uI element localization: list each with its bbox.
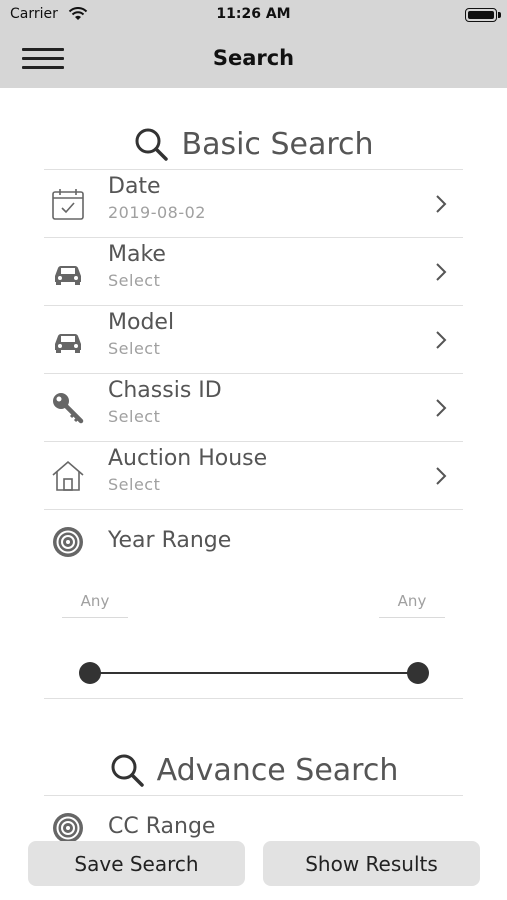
chevron-right-icon (436, 399, 447, 417)
target-icon (53, 527, 83, 557)
date-row[interactable]: Date 2019-08-02 (44, 170, 463, 238)
auction-house-label: Auction House (108, 446, 268, 471)
year-range-slider-min-thumb[interactable] (79, 662, 101, 684)
chevron-right-icon (436, 195, 447, 213)
car-icon (55, 334, 81, 353)
show-results-button[interactable]: Show Results (263, 841, 480, 886)
make-label: Make (108, 242, 166, 267)
date-value: 2019-08-02 (108, 203, 206, 222)
model-value: Select (108, 339, 161, 358)
car-icon (55, 266, 81, 285)
advance-search-title: Advance Search (156, 752, 399, 788)
calendar-icon (52, 189, 84, 220)
model-row[interactable]: Model Select (44, 306, 463, 374)
nav-bar: Search (0, 30, 507, 88)
house-icon (52, 460, 84, 491)
advance-search-header: Advance Search (0, 752, 507, 796)
search-icon (135, 128, 169, 161)
year-min-underline (62, 617, 128, 618)
year-max-underline (379, 617, 445, 618)
make-value: Select (108, 271, 161, 290)
date-label: Date (108, 174, 161, 199)
battery-icon (465, 8, 501, 22)
search-icon (111, 754, 144, 787)
key-icon (53, 393, 84, 424)
chassis-id-row[interactable]: Chassis ID Select (44, 374, 463, 442)
divider (44, 795, 463, 796)
year-min-field[interactable]: Any (62, 592, 128, 610)
chassis-id-value: Select (108, 407, 161, 426)
chevron-right-icon (436, 467, 447, 485)
chevron-right-icon (436, 331, 447, 349)
basic-search-header: Basic Search (0, 126, 507, 170)
clock-label: 11:26 AM (216, 6, 291, 22)
chevron-right-icon (436, 263, 447, 281)
make-row[interactable]: Make Select (44, 238, 463, 306)
chassis-id-label: Chassis ID (108, 378, 222, 403)
divider (44, 509, 463, 510)
year-range-slider-max-thumb[interactable] (407, 662, 429, 684)
year-range-slider-track (90, 672, 418, 674)
year-max-field[interactable]: Any (379, 592, 445, 610)
auction-house-value: Select (108, 475, 161, 494)
save-search-button[interactable]: Save Search (28, 841, 245, 886)
cc-range-label: CC Range (108, 814, 216, 839)
basic-search-title: Basic Search (181, 126, 374, 162)
year-range-label: Year Range (108, 528, 232, 553)
divider (44, 698, 463, 699)
auction-house-row[interactable]: Auction House Select (44, 442, 463, 510)
status-bar: Carrier 11:26 AM (0, 0, 507, 30)
page-title: Search (212, 46, 295, 70)
model-label: Model (108, 310, 175, 335)
